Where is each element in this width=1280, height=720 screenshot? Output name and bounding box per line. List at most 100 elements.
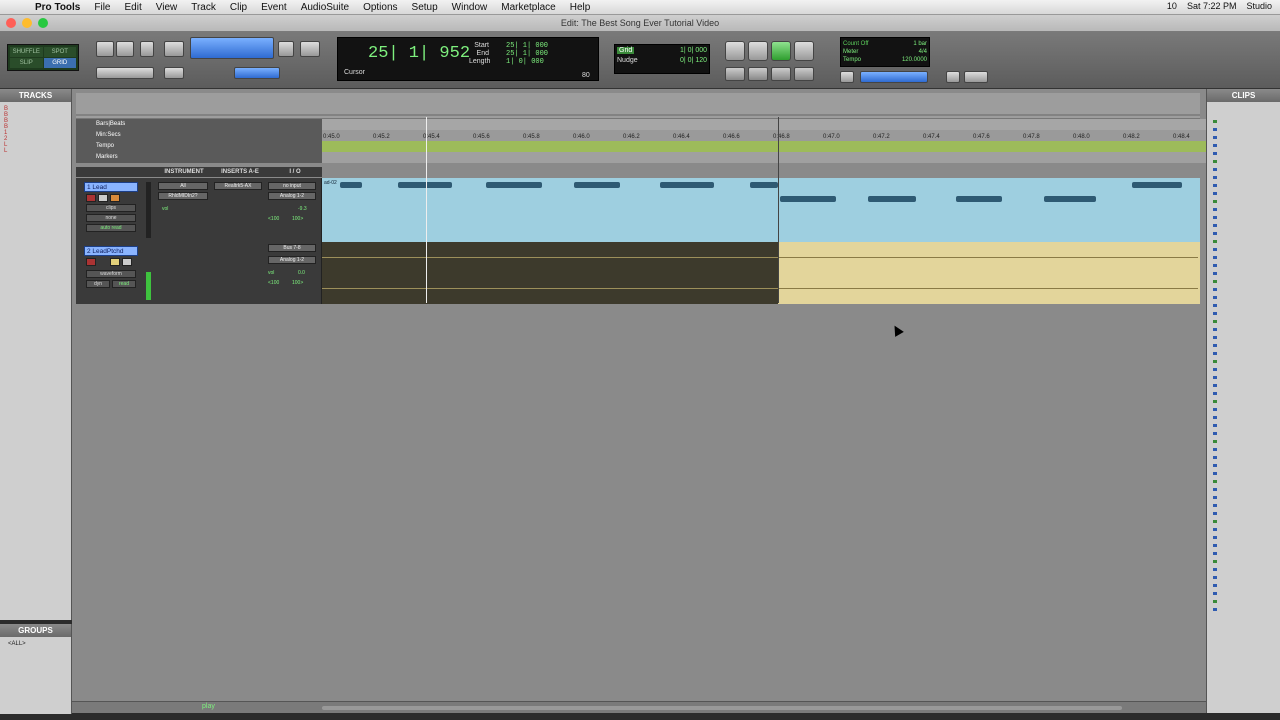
meter-label[interactable]: Meter [843, 48, 858, 56]
clip-entry-icon[interactable] [1213, 608, 1217, 611]
clip-entry-icon[interactable] [1213, 184, 1217, 187]
clip-entry-icon[interactable] [1213, 584, 1217, 587]
track-leadptchd-lane[interactable] [322, 242, 1200, 304]
instrument-all[interactable]: All [158, 182, 208, 190]
nudge-value[interactable]: 0| 0| 120 [680, 57, 707, 64]
menu-window[interactable]: Window [445, 2, 495, 13]
link-icon[interactable] [234, 67, 280, 79]
clip-entry-icon[interactable] [1213, 360, 1217, 363]
edit-tools[interactable] [190, 37, 274, 59]
midi-note[interactable] [1132, 182, 1182, 188]
ruler-row-minsecs-label[interactable]: Min:Secs [76, 130, 322, 141]
rewind-icon[interactable] [748, 67, 768, 81]
close-icon[interactable] [6, 18, 16, 28]
track-leadptchd-dyn[interactable]: dyn [86, 280, 110, 288]
ruler-row-bars-label[interactable]: Bars|Beats [76, 119, 322, 130]
midi-note[interactable] [398, 182, 452, 188]
clip-entry-icon[interactable] [1213, 600, 1217, 603]
ruler-row-markers-label[interactable]: Markers [76, 152, 322, 163]
groups-panel-title[interactable]: GROUPS [0, 624, 71, 637]
midi-note[interactable] [1044, 196, 1096, 202]
tab-to-transient-icon[interactable] [164, 67, 184, 79]
grid-label[interactable]: Grid [617, 47, 635, 54]
tempo-value[interactable]: 120.0000 [902, 56, 927, 64]
record-enable-icon[interactable] [86, 194, 96, 202]
length-value[interactable]: 1| 0| 000 [506, 58, 548, 66]
audio-clip-selected[interactable] [778, 242, 1200, 304]
track-list-item[interactable]: L [4, 148, 67, 154]
clip-entry-icon[interactable] [1213, 544, 1217, 547]
track-lead-clips[interactable]: clips [86, 204, 136, 212]
clip-entry-icon[interactable] [1213, 456, 1217, 459]
clip-entry-icon[interactable] [1213, 536, 1217, 539]
wait-for-note-icon[interactable] [840, 71, 854, 83]
clip-entry-icon[interactable] [1213, 320, 1217, 323]
track-lead-name[interactable]: 1 Lead [84, 182, 138, 192]
track-leadptchd-pan-right[interactable]: 100> [292, 280, 303, 286]
clip-entry-icon[interactable] [1213, 496, 1217, 499]
group-item-all[interactable]: <ALL> [0, 637, 71, 651]
clip-entry-icon[interactable] [1213, 280, 1217, 283]
menu-view[interactable]: View [149, 2, 185, 13]
clip-entry-icon[interactable] [1213, 312, 1217, 315]
clip-entry-icon[interactable] [1213, 208, 1217, 211]
countoff-label[interactable]: Count Off [843, 40, 869, 48]
tempo-label[interactable]: Tempo [843, 56, 861, 64]
midi-note[interactable] [868, 196, 916, 202]
clip-entry-icon[interactable] [1213, 448, 1217, 451]
clip-entry-icon[interactable] [1213, 344, 1217, 347]
clips-list[interactable] [1207, 102, 1280, 702]
track-lead-vol-value[interactable]: -9.3 [298, 206, 307, 212]
zoom-presets[interactable] [96, 67, 154, 79]
clip-entry-icon[interactable] [1213, 392, 1217, 395]
clip-entry-icon[interactable] [1213, 120, 1217, 123]
clock[interactable]: Sat 7:22 PM [1187, 1, 1237, 11]
mute-icon[interactable] [122, 258, 132, 266]
midi-note[interactable] [750, 182, 778, 188]
clip-entry-icon[interactable] [1213, 424, 1217, 427]
io-input[interactable]: Bus 7-8 [268, 244, 316, 252]
clip-entry-icon[interactable] [1213, 408, 1217, 411]
clip-entry-icon[interactable] [1213, 136, 1217, 139]
tempo-track-icon[interactable] [964, 71, 988, 83]
midi-note[interactable] [956, 196, 1002, 202]
zoom-out-icon[interactable] [96, 41, 114, 57]
clip-entry-icon[interactable] [1213, 248, 1217, 251]
clip-entry-icon[interactable] [1213, 168, 1217, 171]
horizontal-scrollbar[interactable] [322, 706, 1122, 710]
clip-entry-icon[interactable] [1213, 552, 1217, 555]
clip-entry-icon[interactable] [1213, 384, 1217, 387]
track-leadptchd-vol-value[interactable]: 0.0 [298, 270, 305, 276]
clip-entry-icon[interactable] [1213, 472, 1217, 475]
minimize-icon[interactable] [22, 18, 32, 28]
col-instrument[interactable]: INSTRUMENT [156, 167, 212, 177]
main-counter-value[interactable]: 25| 1| 952 [368, 44, 470, 63]
clip-entry-icon[interactable] [1213, 440, 1217, 443]
clip-entry-icon[interactable] [1213, 488, 1217, 491]
go-to-end-icon[interactable] [794, 67, 814, 81]
clip-entry-icon[interactable] [1213, 144, 1217, 147]
instrument-select[interactable]: RhldMIDIn2? [158, 192, 208, 200]
stop-icon[interactable] [748, 41, 768, 61]
menu-setup[interactable]: Setup [405, 2, 445, 13]
menu-edit[interactable]: Edit [118, 2, 149, 13]
clip-entry-icon[interactable] [1213, 216, 1217, 219]
track-leadptchd-pan-left[interactable]: <100 [268, 280, 279, 286]
clip-entry-icon[interactable] [1213, 432, 1217, 435]
menu-clip[interactable]: Clip [223, 2, 254, 13]
clip-entry-icon[interactable] [1213, 192, 1217, 195]
clip-entry-icon[interactable] [1213, 256, 1217, 259]
clip-entry-icon[interactable] [1213, 416, 1217, 419]
clip-entry-icon[interactable] [1213, 296, 1217, 299]
solo-icon[interactable] [110, 258, 120, 266]
clip-entry-icon[interactable] [1213, 272, 1217, 275]
clip-entry-icon[interactable] [1213, 568, 1217, 571]
col-io[interactable]: I / O [268, 167, 322, 177]
zoom-icon[interactable] [38, 18, 48, 28]
clip-entry-icon[interactable] [1213, 528, 1217, 531]
clip-entry-icon[interactable] [1213, 288, 1217, 291]
io-input[interactable]: no input [268, 182, 316, 190]
zoom-toggle-icon[interactable] [140, 41, 154, 57]
clip-entry-icon[interactable] [1213, 176, 1217, 179]
status-count[interactable]: 10 [1167, 1, 1177, 11]
